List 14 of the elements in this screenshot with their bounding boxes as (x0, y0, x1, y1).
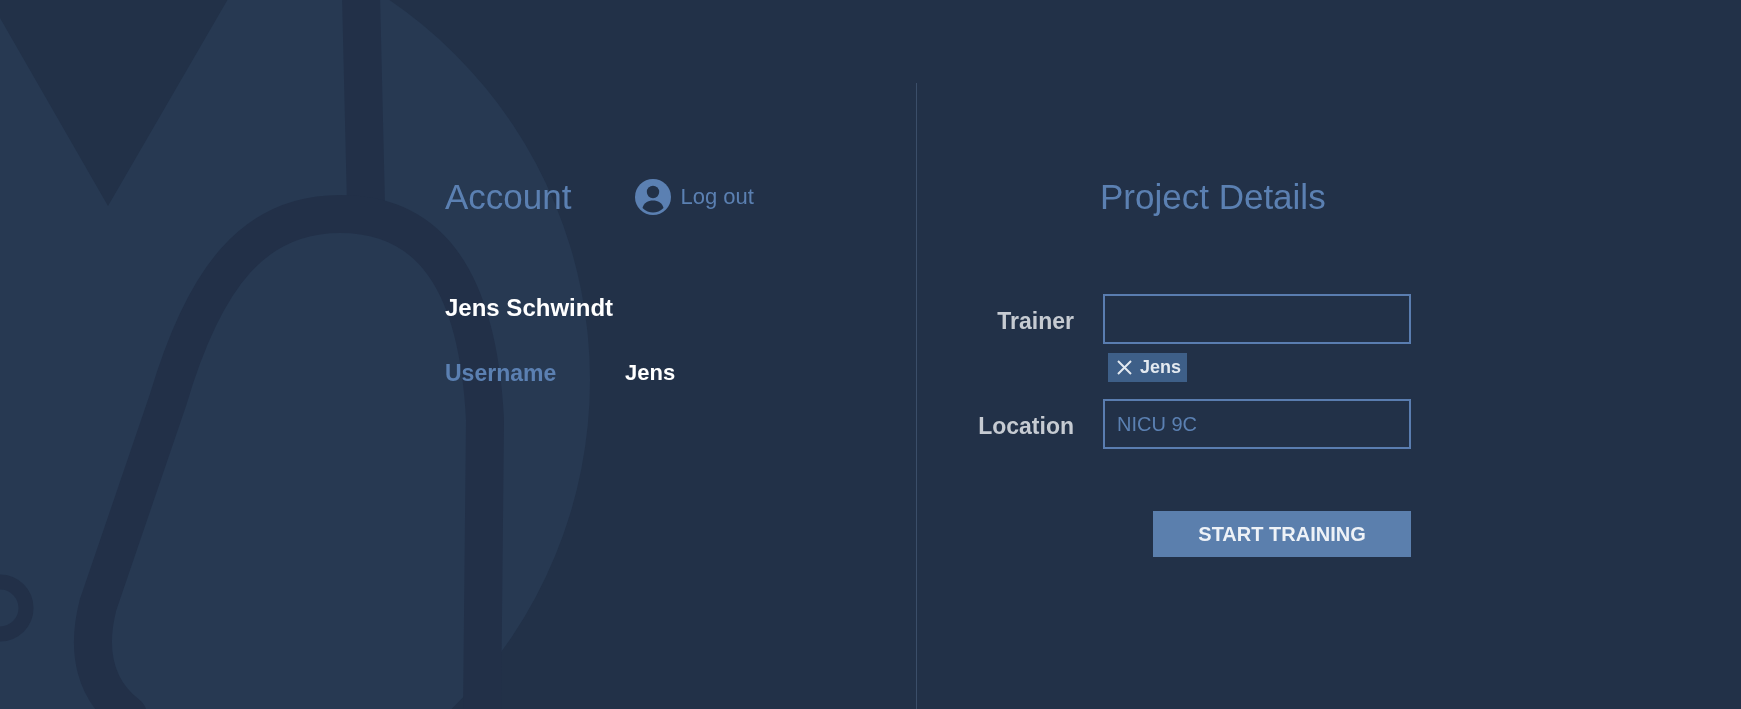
field-value: Jens (625, 359, 676, 387)
input-field[interactable] (1103, 294, 1411, 344)
user-full-name: Jens Schwindt (445, 293, 614, 323)
account-heading: Account (445, 177, 572, 217)
logout-link[interactable]: Log out (635, 179, 754, 215)
section-heading: Project Details (1100, 177, 1326, 217)
field-label: Trainer (997, 307, 1074, 335)
field-label: Username (445, 359, 557, 388)
field-label: Location (978, 412, 1074, 440)
user-icon (635, 179, 672, 215)
input-field[interactable]: NICU 9C (1103, 399, 1411, 449)
start-training-button[interactable]: START TRAINING (1153, 511, 1411, 557)
close-icon[interactable] (1117, 360, 1132, 375)
tag-chip[interactable]: Jens (1108, 353, 1188, 382)
